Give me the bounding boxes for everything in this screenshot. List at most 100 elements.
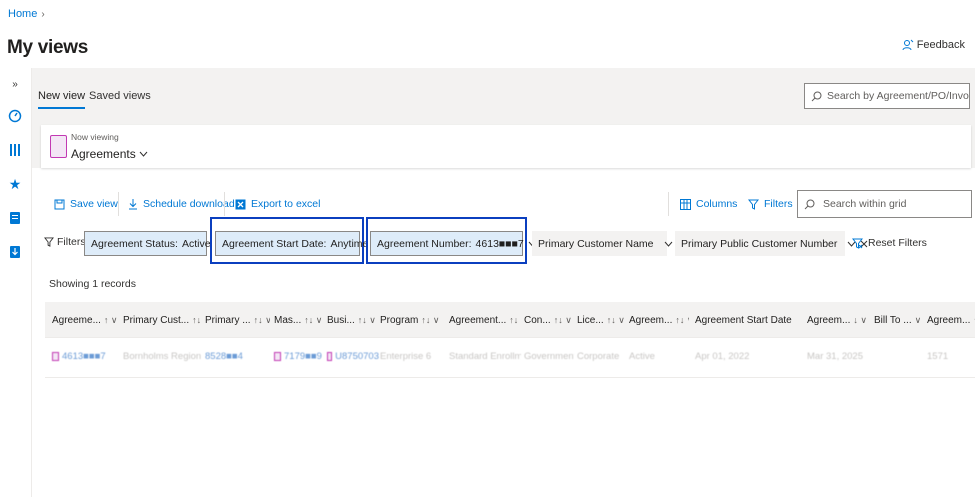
column-header[interactable]: Agreem... ↓ ∨ (807, 302, 867, 338)
column-header-label: Primary ... (205, 314, 251, 326)
feedback-icon (902, 39, 914, 51)
sort-icon: ↑↓ ∨ (553, 314, 572, 325)
left-nav-rail: » ★ (0, 68, 32, 497)
column-header-label: Con... (524, 314, 551, 326)
column-header-label: Mas... (274, 314, 302, 326)
filter-pill-name: Primary Customer Name (538, 237, 654, 250)
document-icon (274, 352, 281, 361)
views-icon[interactable] (7, 142, 23, 158)
column-header-label: Agreement... (449, 314, 507, 326)
sort-icon: ↑↓ ∨ (304, 314, 323, 325)
breadcrumb-separator: › (41, 8, 45, 20)
expand-nav-icon[interactable]: » (7, 76, 23, 92)
page-title: My views (7, 37, 89, 58)
column-header[interactable]: Agreem...↑↓ ∨ (629, 302, 689, 338)
table-cell: Mar 31, 2025 (807, 351, 863, 362)
column-header[interactable]: Agreeme... ↑ ∨ (52, 302, 118, 338)
download-arrow-icon (128, 198, 138, 210)
columns-button[interactable]: Columns (680, 198, 737, 210)
filter-pill-agreement-number[interactable]: Agreement Number: 4613■■■7 (370, 231, 549, 256)
column-header[interactable]: Program ↑↓ ∨ (380, 302, 442, 338)
records-count: Showing 1 records (49, 278, 136, 290)
save-view-button[interactable]: Save view (54, 198, 118, 210)
save-icon (54, 199, 65, 210)
now-viewing-label: Now viewing (71, 132, 119, 142)
table-cell: 1571 (927, 351, 949, 362)
save-view-label: Save view (70, 198, 118, 210)
column-header[interactable]: Primary Cust...↑↓ ∨ (123, 302, 201, 338)
toolbar-divider (668, 192, 669, 216)
breadcrumb-home-link[interactable]: Home (8, 8, 37, 20)
filter-pill-primary-customer-name[interactable]: Primary Customer Name (532, 231, 684, 256)
now-viewing-card: Now viewing Agreements (41, 125, 971, 168)
table-cell-link[interactable]: 7179■■9 (274, 351, 324, 362)
column-header[interactable]: Primary ... ↑↓ ∨ (205, 302, 270, 338)
table-cell: Corporate (577, 351, 620, 362)
column-header-label: Agreem... (807, 314, 851, 326)
columns-label: Columns (696, 198, 738, 210)
column-header[interactable]: Agreement Start Date↑↓ ∨ (695, 302, 795, 338)
filter-pill-primary-public-customer-number[interactable]: Primary Public Customer Number (675, 231, 868, 256)
feedback-button[interactable]: Feedback (902, 39, 965, 51)
table-cell: Enterprise 6 (380, 351, 432, 362)
column-header[interactable]: Agreement...↑↓ ∨ (449, 302, 519, 338)
column-header-label: Program (380, 314, 419, 326)
filter-pill-name: Primary Public Customer Number (681, 237, 838, 250)
column-header[interactable]: Busi... ↑↓ ∨ (327, 302, 377, 338)
agreement-number-link[interactable]: 4613■■■7 (52, 351, 114, 362)
filter-pill-value: Anytime (330, 237, 369, 250)
grid-search-input[interactable]: Search within grid (797, 190, 972, 218)
column-header-label: Bill To ... (874, 314, 912, 326)
grid-search-placeholder: Search within grid (823, 198, 907, 210)
breadcrumb: Home › (8, 8, 45, 20)
filters-label: Filters (764, 198, 793, 210)
schedule-download-button[interactable]: Schedule download (128, 198, 235, 210)
table-cell: 4613■■■7 (62, 351, 106, 362)
table-cell: Bornholms Regionsk... (123, 351, 201, 362)
grid-header: Agreeme...↑ ∨ Primary Cust...↑↓ ∨ Primar… (45, 302, 975, 338)
filters-button[interactable]: Filters (748, 198, 793, 210)
sort-icon: ↑ ∨ (103, 314, 118, 325)
view-selector-dropdown[interactable]: Agreements (71, 147, 148, 161)
tab-saved-views[interactable]: Saved views (89, 90, 151, 102)
favorites-star-icon[interactable]: ★ (7, 176, 23, 192)
table-cell-link[interactable]: U8750703 (327, 351, 379, 362)
column-header[interactable]: Con... ↑↓ ∨ (524, 302, 574, 338)
column-header[interactable]: Agreem...↑↓ (927, 302, 975, 338)
table-cell-link[interactable]: 8528■■4 (205, 351, 267, 362)
dashboard-icon[interactable] (7, 108, 23, 124)
column-header-label: Agreem... (927, 314, 971, 326)
table-cell: 7179■■9 (284, 351, 322, 362)
download-icon[interactable] (7, 244, 23, 260)
table-cell: U8750703 (335, 351, 379, 362)
view-tabs-bar: New view Saved views Search by Agreement… (32, 68, 975, 125)
column-header[interactable]: Lice... ↑↓ ∨ (577, 302, 625, 338)
reset-filters-button[interactable]: Reset Filters (852, 237, 927, 249)
global-search-placeholder: Search by Agreement/PO/Invoice no., ... (827, 90, 969, 102)
column-header[interactable]: Bill To ... ∨ (874, 302, 921, 338)
tab-new-view[interactable]: New view (38, 90, 86, 109)
sort-icon: ↑↓ ∨ (253, 314, 270, 325)
filter-pill-agreement-start-date[interactable]: Agreement Start Date: Anytime (215, 231, 381, 256)
table-cell: Active (629, 351, 655, 362)
filter-pill-agreement-status[interactable]: Agreement Status: Active (84, 231, 223, 256)
filter-pill-name: Agreement Number: (377, 237, 472, 250)
excel-icon (235, 199, 246, 210)
toolbar-divider (118, 192, 119, 216)
sort-icon: ↑↓ ∨ (421, 314, 440, 325)
global-search-input[interactable]: Search by Agreement/PO/Invoice no., ... (804, 83, 970, 109)
document-icon[interactable] (7, 210, 23, 226)
document-icon (52, 352, 59, 361)
now-viewing-band: Now viewing Agreements (32, 125, 975, 168)
export-to-excel-button[interactable]: Export to excel (235, 198, 320, 210)
sort-icon: ↑↓ ∨ (509, 314, 519, 325)
sort-icon: ↑↓ ∨ (606, 314, 625, 325)
sort-icon: ↓ ∨ (853, 314, 867, 325)
column-header[interactable]: Mas... ↑↓ ∨ (274, 302, 324, 338)
reset-filter-icon (852, 238, 863, 249)
reset-filters-label: Reset Filters (868, 237, 927, 249)
chevron-down-icon (139, 151, 148, 157)
export-to-excel-label: Export to excel (251, 198, 321, 210)
schedule-download-label: Schedule download (143, 198, 235, 210)
table-row[interactable]: 4613■■■7 Bornholms Regionsk... 8528■■4 7… (45, 338, 975, 378)
